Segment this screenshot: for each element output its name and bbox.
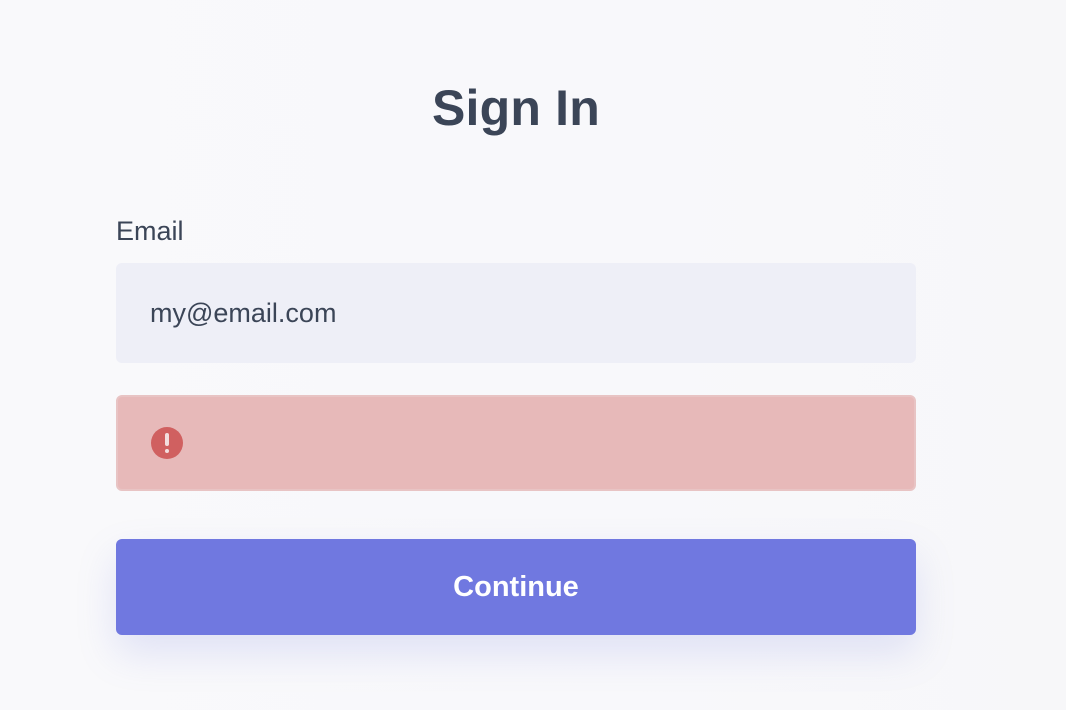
email-field[interactable] <box>116 263 916 363</box>
email-label: Email <box>116 216 184 246</box>
exclamation-circle-icon <box>151 427 183 459</box>
continue-button[interactable]: Continue <box>116 539 916 635</box>
sign-in-page: Sign In Email Continue <box>0 0 1066 710</box>
error-alert <box>116 395 916 491</box>
page-title: Sign In <box>431 80 601 136</box>
